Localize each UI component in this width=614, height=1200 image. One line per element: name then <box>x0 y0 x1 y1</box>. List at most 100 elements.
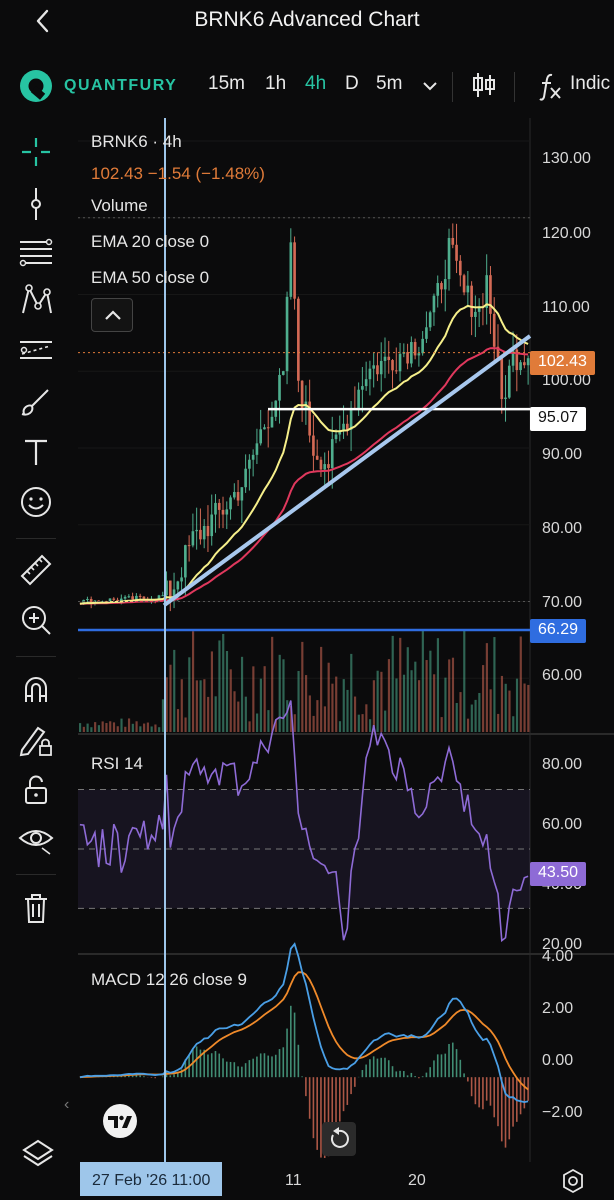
candle-body <box>455 244 458 261</box>
macd-label: 0.00 <box>542 1052 574 1069</box>
volume-bar <box>90 727 93 732</box>
volume-bar <box>369 719 372 732</box>
legend-macd[interactable]: MACD 12 26 close 9 <box>91 970 247 990</box>
trendline <box>162 334 532 607</box>
brush-tool[interactable] <box>16 382 56 422</box>
volume-bar <box>203 679 206 732</box>
lock-tool[interactable] <box>16 770 56 810</box>
fib-tool[interactable] <box>16 232 56 272</box>
candle-body <box>255 443 259 455</box>
candle-body <box>443 279 447 290</box>
reset-chart-button[interactable] <box>322 1122 356 1156</box>
volume-bar <box>459 692 462 732</box>
volume-bar <box>176 709 180 732</box>
timeframe-4h[interactable]: 4h <box>305 73 326 95</box>
volume-bar <box>515 678 519 732</box>
volume-bar <box>229 669 232 732</box>
candle-body <box>507 365 511 398</box>
candle-body <box>523 362 526 366</box>
candle-body <box>135 595 138 600</box>
fib-icon <box>19 238 53 267</box>
text-tool[interactable] <box>16 432 56 472</box>
header: BRNK6 Advanced Chart <box>0 0 614 40</box>
crosshair-time-label: 27 Feb '26 11:00 <box>80 1162 223 1196</box>
macd-label: 4.00 <box>542 948 574 965</box>
candle-body <box>519 362 522 371</box>
macd-label: −2.00 <box>542 1104 583 1121</box>
timeframe-d[interactable]: D <box>345 73 359 95</box>
tradingview-logo[interactable] <box>100 1104 140 1138</box>
timeframe-15m[interactable]: 15m <box>208 73 245 95</box>
ruler-tool[interactable] <box>16 550 56 590</box>
magnet-icon <box>25 677 47 702</box>
macd-line <box>79 942 529 1104</box>
hline-level-tag: 66.29 <box>530 619 587 643</box>
emoji-tool[interactable] <box>16 482 56 522</box>
price-label: 110.00 <box>542 299 590 316</box>
volume-bar <box>240 656 244 732</box>
toolbar-divider <box>452 72 453 102</box>
candle-body <box>184 545 187 578</box>
volume-bar <box>233 691 236 732</box>
candle-body <box>131 596 134 600</box>
indicators-button[interactable]: Indic <box>536 70 610 102</box>
collapse-legend-button[interactable] <box>91 298 133 332</box>
candle-body <box>421 338 424 354</box>
candle-body <box>199 529 202 540</box>
zoom-in-tool[interactable] <box>16 600 56 640</box>
candle-body <box>176 581 180 590</box>
volume-bar <box>425 660 428 732</box>
volume-bar <box>222 633 225 732</box>
magnet-tool[interactable] <box>16 670 56 710</box>
volume-bar <box>414 661 417 732</box>
trendline-tool[interactable] <box>16 184 56 224</box>
legend-rsi[interactable]: RSI 14 <box>91 754 143 774</box>
volume-bar <box>372 680 375 732</box>
time-label: 11 <box>285 1172 302 1189</box>
volume-bar <box>244 696 247 732</box>
candle-body <box>278 374 281 401</box>
chart-area[interactable]: BRNK6 · 4h 102.43 −1.54 (−1.48%) Volume … <box>64 118 614 1162</box>
lock-drawings-tool[interactable] <box>16 720 56 760</box>
candle-body <box>440 283 443 290</box>
sidebar-collapse-button[interactable]: ‹ <box>64 1096 76 1116</box>
timeframe-5m[interactable]: 5m <box>376 73 402 95</box>
candle-body <box>387 356 391 361</box>
legend-ema20[interactable]: EMA 20 close 0 <box>91 232 209 252</box>
delete-tool[interactable] <box>16 888 56 928</box>
candle-body <box>251 454 255 460</box>
volume-bar <box>451 657 455 732</box>
page-title: BRNK6 Advanced Chart <box>194 8 420 31</box>
fx-icon <box>539 73 561 101</box>
volume-bar <box>493 637 496 732</box>
legend-ema50[interactable]: EMA 50 close 0 <box>91 268 209 288</box>
legend-volume[interactable]: Volume <box>91 196 148 216</box>
volume-bar <box>448 659 451 732</box>
candle-body <box>312 435 315 456</box>
candle-body <box>206 525 210 537</box>
candle-body <box>462 275 466 293</box>
candle-body <box>391 360 394 371</box>
crosshair-tool[interactable] <box>16 132 56 172</box>
candlestick-icon[interactable] <box>470 70 498 100</box>
channel-tool[interactable] <box>16 330 56 370</box>
volume-bar <box>192 631 195 732</box>
visibility-tool[interactable] <box>16 818 56 858</box>
candle-body <box>364 379 368 387</box>
pattern-icon <box>22 284 52 314</box>
volume-bar <box>308 695 311 732</box>
volume-bar <box>312 715 315 732</box>
layers-button[interactable] <box>18 1134 58 1174</box>
volume-bar <box>527 684 530 732</box>
chevron-down-icon[interactable] <box>421 78 439 94</box>
chart-settings-button[interactable] <box>560 1168 586 1194</box>
volume-bar <box>158 727 161 732</box>
volume-bar <box>218 640 221 732</box>
timeframe-1h[interactable]: 1h <box>265 73 286 95</box>
candle-body <box>142 596 146 599</box>
volume-bar <box>248 721 251 732</box>
volume-bar <box>94 722 97 732</box>
pattern-tool[interactable] <box>16 280 56 320</box>
volume-bar <box>237 701 240 732</box>
volume-bar <box>112 722 116 732</box>
